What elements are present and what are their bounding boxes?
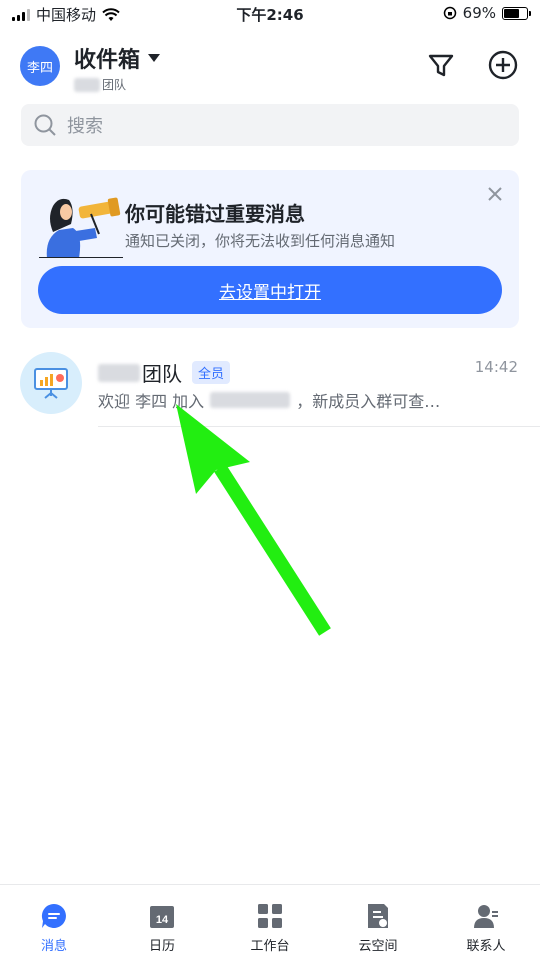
redacted-text bbox=[210, 392, 291, 408]
tab-calendar[interactable]: 14 日历 bbox=[108, 885, 216, 960]
preview-prefix: 欢迎 李四 加入 bbox=[98, 392, 205, 411]
inbox-switcher[interactable]: 收件箱 团队 bbox=[74, 42, 161, 93]
search-icon bbox=[34, 114, 56, 136]
notice-description: 通知已关闭，你将无法收到任何消息通知 bbox=[125, 232, 396, 250]
workspace-icon bbox=[258, 904, 282, 928]
add-button[interactable] bbox=[486, 48, 520, 82]
presentation-chart-icon bbox=[34, 368, 68, 399]
tab-label: 工作台 bbox=[250, 939, 290, 954]
redacted-text bbox=[98, 363, 140, 382]
notification-off-banner: 你可能错过重要消息 通知已关闭，你将无法收到任何消息通知 去设置中打开 bbox=[21, 170, 519, 328]
team-name: 团队 bbox=[74, 76, 160, 93]
battery-icon bbox=[502, 6, 531, 20]
caret-down-icon bbox=[148, 54, 161, 62]
calendar-icon: 14 bbox=[150, 906, 174, 928]
search-input[interactable]: 搜索 bbox=[21, 104, 519, 146]
status-badge: 全员 bbox=[192, 361, 231, 384]
notice-title: 你可能错过重要消息 bbox=[125, 202, 305, 226]
tab-contacts[interactable]: 联系人 bbox=[432, 885, 540, 960]
page-title: 收件箱 bbox=[74, 48, 141, 73]
bottom-tab-bar: 消息 14 日历 工作台 云空间 联系人 bbox=[0, 884, 540, 960]
divider bbox=[98, 426, 540, 427]
tab-cloud-docs[interactable]: 云空间 bbox=[324, 885, 432, 960]
chat-list-item[interactable]: 团队 全员 14:42 欢迎 李四 加入 ，新成员入群可查… bbox=[0, 346, 540, 426]
close-icon[interactable] bbox=[485, 184, 505, 204]
chat-preview: 欢迎 李四 加入 ，新成员入群可查… bbox=[98, 388, 440, 412]
cloud-docs-icon bbox=[368, 904, 388, 928]
filter-icon bbox=[428, 54, 454, 77]
preview-suffix: ，新成员入群可查… bbox=[296, 392, 441, 411]
redacted-text bbox=[74, 77, 100, 92]
tab-workspace[interactable]: 工作台 bbox=[216, 885, 324, 960]
plus-circle-icon bbox=[488, 50, 518, 80]
telescope-person-illustration bbox=[39, 197, 123, 258]
group-avatar bbox=[20, 352, 82, 414]
chat-time: 14:42 bbox=[474, 358, 518, 376]
contacts-icon bbox=[474, 905, 498, 928]
orientation-lock-icon bbox=[443, 6, 456, 20]
tab-label: 日历 bbox=[148, 939, 175, 954]
search-placeholder: 搜索 bbox=[67, 116, 103, 137]
filter-button[interactable] bbox=[424, 48, 458, 82]
tab-label: 云空间 bbox=[358, 939, 398, 954]
avatar[interactable]: 李四 bbox=[20, 46, 60, 86]
tab-label: 联系人 bbox=[466, 939, 506, 954]
tab-label: 消息 bbox=[40, 939, 67, 954]
header: 李四 收件箱 团队 bbox=[0, 36, 540, 96]
chat-name: 团队 全员 bbox=[98, 358, 231, 387]
status-bar: 中国移动 下午2:46 69% bbox=[0, 0, 540, 28]
message-icon bbox=[41, 903, 66, 928]
calendar-day: 14 bbox=[156, 914, 169, 926]
open-settings-button[interactable]: 去设置中打开 bbox=[38, 266, 502, 314]
tab-messages[interactable]: 消息 bbox=[0, 885, 108, 960]
battery-percent: 69% bbox=[462, 4, 496, 22]
team-name-suffix: 团队 bbox=[102, 78, 127, 92]
chat-name-suffix: 团队 bbox=[142, 362, 182, 386]
